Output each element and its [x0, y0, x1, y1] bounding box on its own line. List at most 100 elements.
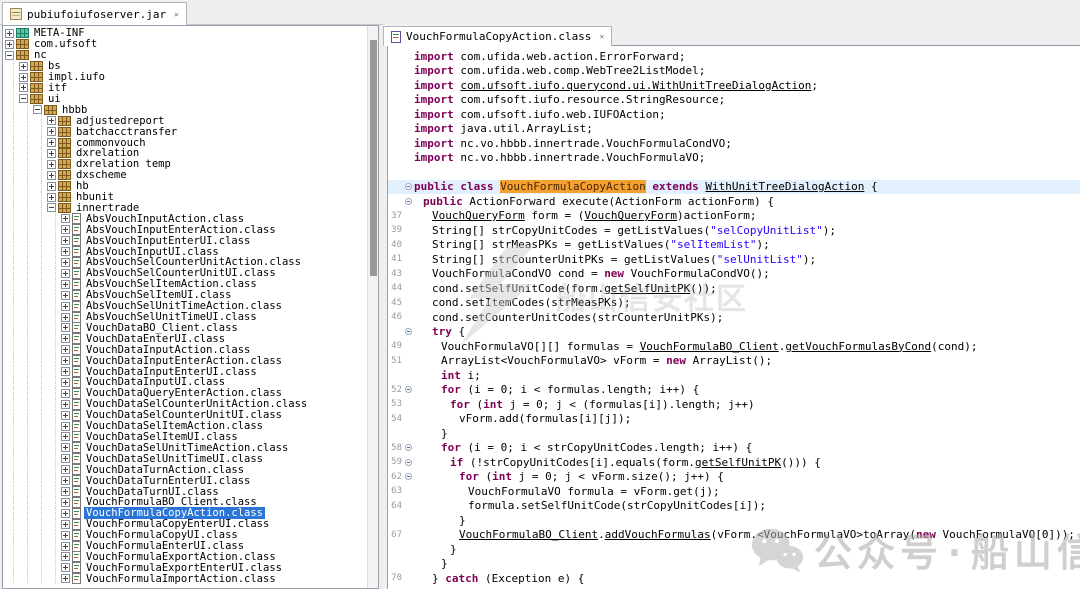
editor-tab[interactable]: VouchFormulaCopyAction.class ✕	[383, 26, 612, 46]
tree-item[interactable]: AbsVouchInputAction.class	[5, 213, 378, 224]
tree-item[interactable]: AbsVouchSelUnitTimeUI.class	[5, 312, 378, 323]
expand-icon[interactable]	[61, 400, 70, 409]
fold-collapse-icon[interactable]	[403, 386, 414, 393]
expand-icon[interactable]	[61, 422, 70, 431]
tree-item[interactable]: VouchDataTurnAction.class	[5, 464, 378, 475]
tree-item[interactable]: AbsVouchInputUI.class	[5, 246, 378, 257]
tree-item[interactable]: dxrelation temp	[5, 159, 378, 170]
code-link[interactable]: VouchQueryForm	[584, 209, 677, 222]
tree-item[interactable]: META-INF	[5, 28, 378, 39]
code-link[interactable]: getVouchFormulasByCond	[785, 340, 931, 353]
expand-icon[interactable]	[5, 40, 14, 49]
tree-item[interactable]: dxrelation	[5, 148, 378, 159]
expand-icon[interactable]	[47, 116, 56, 125]
expand-icon[interactable]	[61, 269, 70, 278]
code-link[interactable]: VouchQueryForm	[432, 209, 525, 222]
tree-item[interactable]: ui	[5, 93, 378, 104]
tree-item[interactable]: AbsVouchSelItemAction.class	[5, 279, 378, 290]
expand-icon[interactable]	[47, 127, 56, 136]
tree-item[interactable]: commonvouch	[5, 137, 378, 148]
tree-item[interactable]: com.ufsoft	[5, 39, 378, 50]
tree-item[interactable]: impl.iufo	[5, 72, 378, 83]
code-link[interactable]: addVouchFormulas	[605, 528, 711, 541]
tree-item[interactable]: VouchDataTurnUI.class	[5, 486, 378, 497]
tree-item[interactable]: hbbb	[5, 104, 378, 115]
expand-icon[interactable]	[61, 345, 70, 354]
expand-icon[interactable]	[19, 73, 28, 82]
expand-icon[interactable]	[61, 291, 70, 300]
tree-item[interactable]: VouchDataInputEnterAction.class	[5, 355, 378, 366]
expand-icon[interactable]	[61, 247, 70, 256]
close-icon[interactable]: ✕	[599, 32, 604, 41]
tree-item[interactable]: nc	[5, 50, 378, 61]
expand-icon[interactable]	[19, 83, 28, 92]
tree-item[interactable]: VouchDataSelCounterUnitUI.class	[5, 410, 378, 421]
tree-item[interactable]: bs	[5, 61, 378, 72]
expand-icon[interactable]	[61, 574, 70, 583]
tree-item[interactable]: VouchFormulaEnterUI.class	[5, 541, 378, 552]
fold-collapse-icon[interactable]	[403, 328, 414, 335]
expand-icon[interactable]	[61, 214, 70, 223]
tree-item[interactable]: VouchFormulaImportAction.class	[5, 573, 378, 584]
tree-item[interactable]: batchacctransfer	[5, 126, 378, 137]
expand-icon[interactable]	[5, 29, 14, 38]
expand-icon[interactable]	[61, 563, 70, 572]
fold-collapse-icon[interactable]	[403, 473, 414, 480]
tree-item[interactable]: VouchDataTurnEnterUI.class	[5, 475, 378, 486]
tree-item[interactable]: VouchDataInputUI.class	[5, 377, 378, 388]
code-link[interactable]: getSelfUnitPK	[604, 282, 690, 295]
expand-icon[interactable]	[61, 356, 70, 365]
expand-icon[interactable]	[47, 138, 56, 147]
collapse-icon[interactable]	[33, 105, 42, 114]
tree-item[interactable]: VouchFormulaBO_Client.class	[5, 497, 378, 508]
code-link[interactable]: WithUnitTreeDialogAction	[705, 180, 864, 193]
expand-icon[interactable]	[61, 465, 70, 474]
collapse-icon[interactable]	[47, 203, 56, 212]
code-link[interactable]: getSelfUnitPK	[695, 456, 781, 469]
tree-item[interactable]: AbsVouchSelCounterUnitAction.class	[5, 257, 378, 268]
tree-item[interactable]: VouchFormulaCopyEnterUI.class	[5, 519, 378, 530]
tree-item[interactable]: AbsVouchSelItemUI.class	[5, 290, 378, 301]
expand-icon[interactable]	[61, 542, 70, 551]
code-link[interactable]: VouchFormulaBO_Client	[640, 340, 779, 353]
tree-item[interactable]: AbsVouchSelCounterUnitUI.class	[5, 268, 378, 279]
tree-item[interactable]: dxscheme	[5, 170, 378, 181]
expand-icon[interactable]	[61, 389, 70, 398]
tree-item[interactable]: hb	[5, 181, 378, 192]
expand-icon[interactable]	[61, 476, 70, 485]
expand-icon[interactable]	[61, 520, 70, 529]
expand-icon[interactable]	[61, 258, 70, 267]
expand-icon[interactable]	[61, 378, 70, 387]
tree-item[interactable]: itf	[5, 83, 378, 94]
tree-item[interactable]: hbunit	[5, 192, 378, 203]
expand-icon[interactable]	[61, 432, 70, 441]
fold-collapse-icon[interactable]	[403, 183, 414, 190]
tree-item[interactable]: AbsVouchInputEnterAction.class	[5, 224, 378, 235]
code-link[interactable]: com.ufsoft.iufo.querycond.ui.WithUnitTre…	[460, 79, 811, 92]
tree-item[interactable]: VouchDataInputAction.class	[5, 344, 378, 355]
expand-icon[interactable]	[61, 302, 70, 311]
tree-item[interactable]: VouchFormulaExportEnterUI.class	[5, 562, 378, 573]
tree-item[interactable]: VouchDataSelItemUI.class	[5, 432, 378, 443]
tree-item[interactable]: VouchDataInputEnterUI.class	[5, 366, 378, 377]
collapse-icon[interactable]	[19, 94, 28, 103]
expand-icon[interactable]	[61, 498, 70, 507]
tree-item[interactable]: VouchFormulaExportAction.class	[5, 552, 378, 563]
expand-icon[interactable]	[61, 487, 70, 496]
expand-icon[interactable]	[61, 280, 70, 289]
code-editor[interactable]: import com.ufida.web.action.ErrorForward…	[387, 46, 1080, 589]
close-icon[interactable]: ✕	[174, 10, 179, 19]
tree-scrollbar-thumb[interactable]	[370, 40, 377, 276]
expand-icon[interactable]	[61, 367, 70, 376]
expand-icon[interactable]	[61, 509, 70, 518]
jar-tab[interactable]: pubiufoiufoserver.jar ✕	[2, 2, 187, 25]
expand-icon[interactable]	[61, 552, 70, 561]
collapse-icon[interactable]	[5, 51, 14, 60]
fold-collapse-icon[interactable]	[403, 198, 414, 205]
tree-item[interactable]: VouchDataSelUnitTimeAction.class	[5, 442, 378, 453]
expand-icon[interactable]	[61, 334, 70, 343]
tree-item[interactable]: VouchDataEnterUI.class	[5, 333, 378, 344]
tree-item[interactable]: VouchDataSelCounterUnitAction.class	[5, 399, 378, 410]
tree-item[interactable]: VouchDataQueryEnterAction.class	[5, 388, 378, 399]
expand-icon[interactable]	[47, 149, 56, 158]
